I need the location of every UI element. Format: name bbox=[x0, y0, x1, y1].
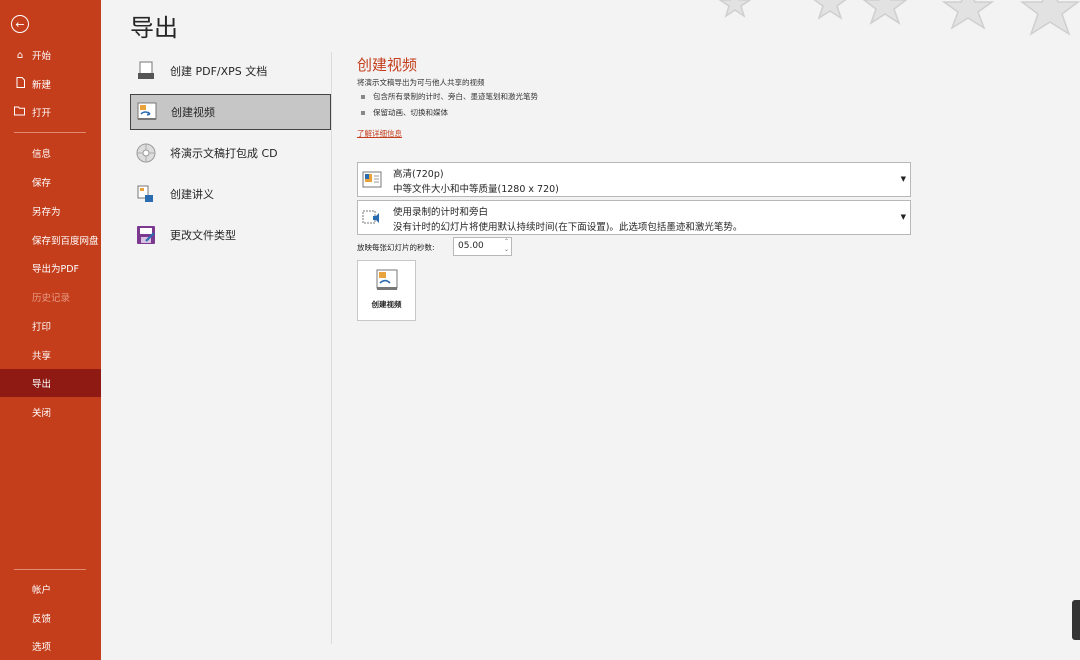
nav-export-pdf[interactable]: 导出为PDF bbox=[0, 254, 101, 282]
handout-icon bbox=[136, 183, 156, 205]
nav-print[interactable]: 打印 bbox=[0, 312, 101, 340]
seconds-label: 放映每张幻灯片的秒数: bbox=[357, 243, 435, 252]
page-title: 导出 bbox=[130, 14, 178, 42]
back-arrow-icon[interactable]: ← bbox=[11, 15, 29, 33]
nav-export[interactable]: 导出 bbox=[0, 369, 101, 397]
nav-home[interactable]: ⌂ 开始 bbox=[0, 41, 101, 69]
dropdown-arrow-icon: ▼ bbox=[900, 213, 906, 221]
nav-history-label: 历史记录 bbox=[32, 293, 71, 304]
nav-export-pdf-label: 导出为PDF bbox=[32, 264, 80, 275]
open-folder-icon bbox=[14, 106, 26, 119]
save-as-icon bbox=[136, 224, 156, 246]
export-option-pdf[interactable]: 创建 PDF/XPS 文档 bbox=[130, 53, 331, 89]
nav-history: 历史记录 bbox=[0, 283, 101, 311]
floating-side-widget[interactable] bbox=[1072, 600, 1080, 640]
presentation-quality-icon bbox=[362, 170, 382, 190]
nav-feedback[interactable]: 反馈 bbox=[0, 604, 101, 632]
export-option-pdf-label: 创建 PDF/XPS 文档 bbox=[170, 65, 268, 78]
decorative-stars-image bbox=[718, 0, 1080, 36]
nav-open[interactable]: 打开 bbox=[0, 98, 101, 126]
nav-new[interactable]: 新建 bbox=[0, 70, 101, 98]
nav-new-label: 新建 bbox=[32, 80, 52, 91]
nav-save-label: 保存 bbox=[32, 178, 52, 189]
nav-export-label: 导出 bbox=[32, 379, 52, 390]
export-option-handout-label: 创建讲义 bbox=[170, 188, 214, 201]
sidebar-separator-bottom bbox=[14, 569, 86, 570]
seconds-spinner[interactable]: 05.00 ⌃ ⌄ bbox=[453, 237, 512, 256]
timing-subtitle: 没有计时的幻灯片将使用默认持续时间(在下面设置)。此选项包括墨迹和激光笔势。 bbox=[393, 222, 743, 233]
panel-title: 创建视频 bbox=[357, 56, 418, 74]
nav-save-to-baidu[interactable]: 保存到百度网盘 bbox=[0, 226, 101, 254]
bullet-text: 保留动画、切换和媒体 bbox=[373, 108, 448, 117]
nav-account-label: 帐户 bbox=[32, 585, 52, 596]
dropdown-arrow-icon: ▼ bbox=[900, 175, 906, 183]
home-icon: ⌂ bbox=[16, 49, 24, 61]
bullet-item: 保留动画、切换和媒体 bbox=[361, 107, 448, 118]
export-option-cd[interactable]: 将演示文稿打包成 CD bbox=[130, 135, 331, 171]
bullet-item: 包含所有录制的计时、旁白、墨迹笔划和激光笔势 bbox=[361, 91, 538, 102]
video-icon bbox=[376, 269, 398, 290]
backstage-sidebar: ← ⌂ 开始 新建 打开 信息 保存 另存为 保存到百度网盘 导出为PDF 历史… bbox=[0, 0, 101, 660]
quality-dropdown[interactable]: 高清(720p) 中等文件大小和中等质量(1280 x 720) ▼ bbox=[357, 162, 911, 197]
create-video-button[interactable]: 创建视频 bbox=[357, 260, 416, 321]
nav-close-label: 关闭 bbox=[32, 408, 52, 419]
panel-divider bbox=[331, 52, 332, 644]
nav-info[interactable]: 信息 bbox=[0, 139, 101, 167]
pdf-document-icon bbox=[136, 60, 156, 82]
export-option-handout[interactable]: 创建讲义 bbox=[130, 176, 331, 212]
export-option-change-type-label: 更改文件类型 bbox=[170, 229, 236, 242]
cd-icon bbox=[136, 142, 156, 164]
nav-save-as-label: 另存为 bbox=[32, 207, 61, 218]
learn-more-link[interactable]: 了解详细信息 bbox=[357, 128, 402, 139]
export-option-video-label: 创建视频 bbox=[171, 106, 215, 119]
nav-info-label: 信息 bbox=[32, 149, 52, 160]
new-document-icon bbox=[14, 77, 26, 91]
timing-title: 使用录制的计时和旁白 bbox=[393, 207, 489, 218]
timing-dropdown[interactable]: 使用录制的计时和旁白 没有计时的幻灯片将使用默认持续时间(在下面设置)。此选项包… bbox=[357, 200, 911, 235]
chevron-up-icon[interactable]: ⌃ bbox=[504, 239, 509, 245]
nav-share-label: 共享 bbox=[32, 351, 52, 362]
nav-save[interactable]: 保存 bbox=[0, 168, 101, 196]
nav-options[interactable]: 选项 bbox=[0, 632, 101, 660]
seconds-value: 05.00 bbox=[458, 241, 484, 251]
bullet-text: 包含所有录制的计时、旁白、墨迹笔划和激光笔势 bbox=[373, 92, 538, 101]
create-video-button-label: 创建视频 bbox=[371, 300, 402, 309]
nav-account[interactable]: 帐户 bbox=[0, 575, 101, 603]
video-icon bbox=[137, 101, 157, 123]
nav-share[interactable]: 共享 bbox=[0, 341, 101, 369]
nav-save-as[interactable]: 另存为 bbox=[0, 197, 101, 225]
chevron-down-icon[interactable]: ⌄ bbox=[504, 247, 509, 253]
nav-print-label: 打印 bbox=[32, 322, 52, 333]
narration-icon bbox=[362, 208, 382, 228]
nav-home-label: 开始 bbox=[32, 51, 52, 62]
panel-description: 将演示文稿导出为可与他人共享的视频 bbox=[357, 78, 485, 87]
nav-options-label: 选项 bbox=[32, 642, 52, 653]
nav-feedback-label: 反馈 bbox=[32, 614, 52, 625]
nav-close[interactable]: 关闭 bbox=[0, 398, 101, 426]
export-option-change-type[interactable]: 更改文件类型 bbox=[130, 217, 331, 253]
export-option-video[interactable]: 创建视频 bbox=[130, 94, 331, 130]
export-option-cd-label: 将演示文稿打包成 CD bbox=[170, 147, 278, 160]
quality-subtitle: 中等文件大小和中等质量(1280 x 720) bbox=[393, 184, 559, 195]
nav-save-to-baidu-label: 保存到百度网盘 bbox=[32, 236, 99, 247]
nav-open-label: 打开 bbox=[32, 108, 52, 119]
sidebar-separator bbox=[14, 132, 86, 133]
quality-title: 高清(720p) bbox=[393, 169, 444, 180]
